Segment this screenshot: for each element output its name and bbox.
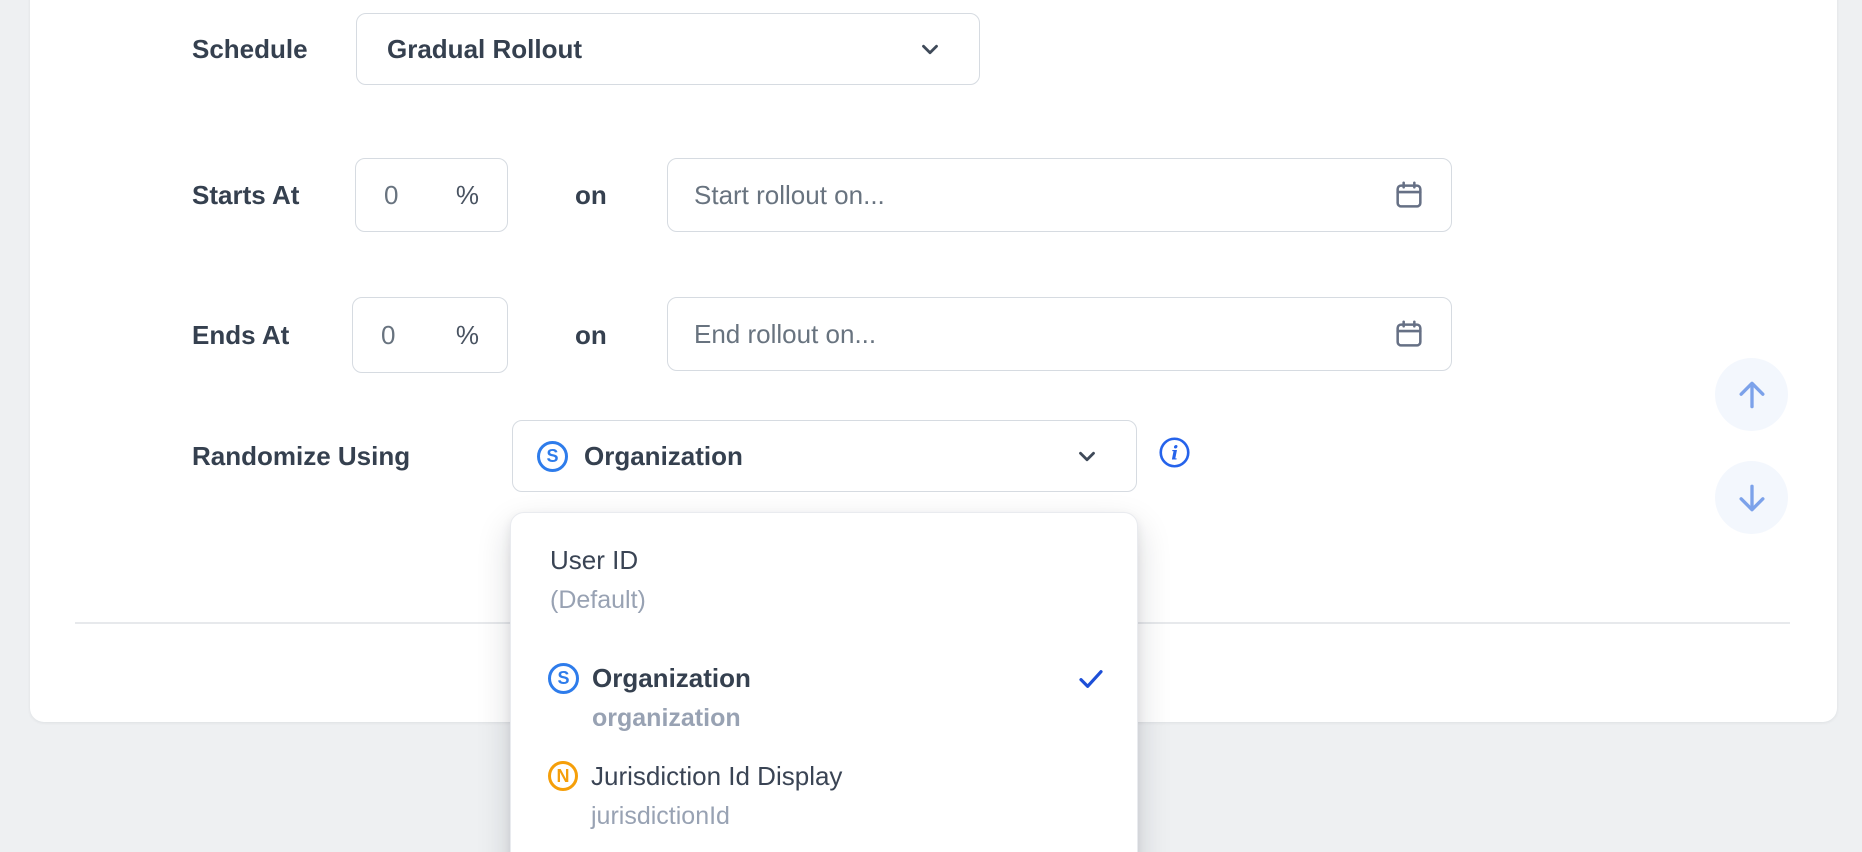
chevron-down-icon <box>1074 443 1100 469</box>
randomize-using-label: Randomize Using <box>192 439 410 473</box>
ends-at-on-label: on <box>575 318 607 352</box>
svg-text:i: i <box>1171 443 1178 464</box>
schedule-label: Schedule <box>192 32 308 66</box>
menu-item-subtitle: organization <box>592 701 751 735</box>
ends-at-percent-box: % <box>352 297 508 373</box>
arrow-down-icon <box>1732 478 1772 518</box>
starts-at-percent-suffix: % <box>456 180 479 211</box>
scroll-up-button[interactable] <box>1715 358 1788 431</box>
randomize-using-select-value: Organization <box>584 441 743 472</box>
starts-at-percent-box: % <box>355 158 508 232</box>
schedule-select[interactable]: Gradual Rollout <box>356 13 980 85</box>
menu-item-title: Organization <box>592 661 751 695</box>
randomize-using-select[interactable]: S Organization <box>512 420 1137 492</box>
check-icon <box>1075 663 1107 695</box>
calendar-icon[interactable] <box>1393 179 1425 211</box>
page: Schedule Gradual Rollout Starts At % on … <box>0 0 1862 852</box>
menu-item-jurisdiction-id-display[interactable]: N Jurisdiction Id Display jurisdictionId <box>550 759 1107 833</box>
ends-at-label: Ends At <box>192 318 289 352</box>
info-icon[interactable]: i <box>1158 436 1191 469</box>
randomize-using-dropdown-menu: User ID (Default) S Organization organiz… <box>510 512 1138 852</box>
schedule-select-value: Gradual Rollout <box>387 34 582 65</box>
calendar-icon[interactable] <box>1393 318 1425 350</box>
menu-item-title: Jurisdiction Id Display <box>591 759 842 793</box>
menu-item-user-id[interactable]: User ID (Default) <box>550 543 1107 617</box>
starts-at-percent-input[interactable] <box>384 180 444 211</box>
ends-at-date-box <box>667 297 1452 371</box>
menu-item-subtitle: (Default) <box>550 583 646 617</box>
ends-at-percent-suffix: % <box>456 320 479 351</box>
string-attribute-icon: S <box>548 663 579 694</box>
arrow-up-icon <box>1732 375 1772 415</box>
chevron-down-icon <box>917 36 943 62</box>
starts-at-label: Starts At <box>192 178 299 212</box>
menu-item-subtitle: jurisdictionId <box>591 799 842 833</box>
number-attribute-icon: N <box>548 761 578 791</box>
scroll-down-button[interactable] <box>1715 461 1788 534</box>
string-attribute-icon: S <box>537 441 568 472</box>
menu-item-organization[interactable]: S Organization organization <box>550 661 1107 735</box>
starts-at-on-label: on <box>575 178 607 212</box>
end-rollout-date-input[interactable] <box>668 298 1451 370</box>
menu-item-title: User ID <box>550 543 646 577</box>
starts-at-date-box <box>667 158 1452 232</box>
ends-at-percent-input[interactable] <box>381 320 441 351</box>
start-rollout-date-input[interactable] <box>668 159 1451 231</box>
